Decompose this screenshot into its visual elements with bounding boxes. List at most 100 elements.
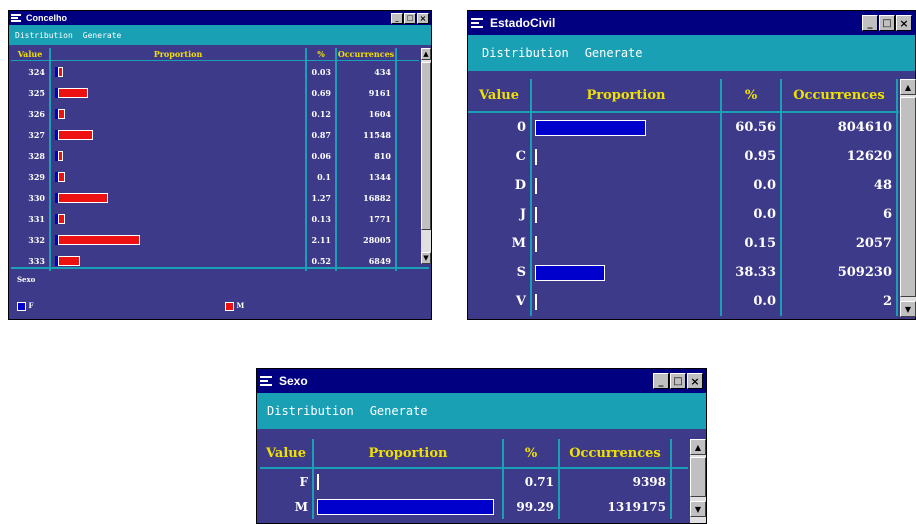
menu-distribution[interactable]: Distribution [15, 31, 73, 40]
scroll-up-button[interactable]: ▲ [690, 439, 706, 455]
scroll-down-button[interactable]: ▼ [900, 301, 916, 317]
menu-generate[interactable]: Generate [585, 46, 643, 60]
legend-item-m: M [225, 301, 244, 311]
occurrences-cell: 1344 [337, 166, 397, 187]
app-icon [11, 13, 23, 23]
table-row[interactable]: 324 0.03 434 [11, 61, 419, 82]
percent-cell: 0.06 [307, 145, 337, 166]
app-icon [260, 374, 274, 388]
header-value: Value [260, 439, 314, 467]
table-row[interactable]: 329 0.1 1344 [11, 166, 419, 187]
table-row[interactable]: 327 0.87 11548 [11, 124, 419, 145]
scroll-thumb[interactable] [900, 97, 916, 297]
table-row[interactable]: 328 0.06 810 [11, 145, 419, 166]
close-button[interactable]: × [687, 373, 703, 389]
bar-male [58, 255, 80, 266]
concelho-window: Concelho _ □ × Distribution Generate Val… [8, 10, 432, 320]
header-proportion: Proportion [314, 439, 504, 467]
scroll-thumb[interactable] [421, 62, 431, 230]
close-button[interactable]: × [896, 15, 912, 31]
table-row[interactable]: C 0.95 12620 [468, 142, 899, 171]
table-row[interactable]: D 0.0 48 [468, 171, 899, 200]
header-proportion: Proportion [532, 79, 722, 111]
table-row[interactable]: S 38.33 509230 [468, 258, 899, 287]
bar-male [58, 87, 88, 98]
table-row[interactable]: F 0.71 9398 [260, 469, 688, 494]
scroll-down-button[interactable]: ▼ [690, 501, 706, 517]
occurrences-cell: 6 [782, 200, 898, 229]
table-row[interactable]: 326 0.12 1604 [11, 103, 419, 124]
percent-cell: 0.13 [307, 208, 337, 229]
value-cell: 324 [11, 61, 51, 82]
menu-generate[interactable]: Generate [83, 31, 122, 40]
close-button[interactable]: × [417, 12, 429, 24]
bar-male [58, 171, 65, 182]
proportion-cell [314, 494, 504, 519]
percent-cell: 99.29 [504, 494, 560, 519]
value-cell: S [468, 258, 532, 287]
occurrences-cell: 11548 [337, 124, 397, 145]
estadocivil-table: Value Proportion % Occurrences 0 60.56 804… [468, 79, 899, 316]
proportion-bar [317, 473, 319, 490]
value-cell: 325 [11, 82, 51, 103]
table-row[interactable]: 325 0.69 9161 [11, 82, 419, 103]
value-cell: J [468, 200, 532, 229]
proportion-cell [532, 200, 722, 229]
value-cell: 332 [11, 229, 51, 250]
estadocivil-titlebar[interactable]: EstadoCivil _ □ × [468, 11, 915, 35]
minimize-button[interactable]: _ [653, 373, 669, 389]
proportion-cell [532, 258, 722, 287]
scroll-down-button[interactable]: ▼ [421, 252, 431, 264]
concelho-scrollbar[interactable]: ▲ ▼ [421, 48, 431, 264]
legend-title: Sexo [17, 275, 36, 284]
scroll-up-button[interactable]: ▲ [421, 48, 431, 60]
bar-male [58, 234, 140, 245]
maximize-button[interactable]: □ [879, 15, 895, 31]
table-row[interactable]: 332 2.11 28005 [11, 229, 419, 250]
legend-swatch-m [225, 301, 234, 311]
proportion-bar [535, 148, 537, 165]
percent-cell: 0.0 [722, 171, 782, 200]
maximize-button[interactable]: □ [404, 12, 416, 24]
occurrences-cell: 2 [782, 287, 898, 316]
table-row[interactable]: 331 0.13 1771 [11, 208, 419, 229]
header-value: Value [11, 48, 51, 60]
table-row[interactable]: V 0.0 2 [468, 287, 899, 316]
table-row[interactable]: 0 60.56 804610 [468, 113, 899, 142]
header-proportion: Proportion [51, 48, 307, 60]
proportion-cell [51, 145, 307, 166]
maximize-button[interactable]: □ [670, 373, 686, 389]
value-cell: C [468, 142, 532, 171]
value-cell: 328 [11, 145, 51, 166]
menu-distribution[interactable]: Distribution [267, 404, 354, 418]
proportion-cell [532, 142, 722, 171]
scroll-up-button[interactable]: ▲ [900, 79, 916, 95]
menu-generate[interactable]: Generate [370, 404, 428, 418]
menu-distribution[interactable]: Distribution [482, 46, 569, 60]
occurrences-cell: 2057 [782, 229, 898, 258]
proportion-cell [51, 166, 307, 187]
header-occurrences: Occurrences [337, 48, 397, 60]
sexo-titlebar[interactable]: Sexo _ □ × [257, 369, 706, 393]
occurrences-cell: 804610 [782, 113, 898, 142]
estadocivil-scrollbar[interactable]: ▲ ▼ [900, 79, 916, 317]
proportion-cell [51, 187, 307, 208]
table-header: Value Proportion % Occurrences [468, 79, 899, 113]
occurrences-cell: 1319175 [560, 494, 672, 519]
sexo-scrollbar[interactable]: ▲ ▼ [690, 439, 706, 523]
table-row[interactable]: M 0.15 2057 [468, 229, 899, 258]
concelho-titlebar[interactable]: Concelho _ □ × [9, 11, 431, 25]
header-percent: % [722, 79, 782, 111]
header-percent: % [307, 48, 337, 60]
value-cell: 331 [11, 208, 51, 229]
minimize-button[interactable]: _ [391, 12, 403, 24]
table-header: Value Proportion % Occurrences [11, 48, 419, 61]
bar-male [58, 213, 65, 224]
table-row[interactable]: J 0.0 6 [468, 200, 899, 229]
minimize-button[interactable]: _ [862, 15, 878, 31]
percent-cell: 0.12 [307, 103, 337, 124]
table-row[interactable]: 330 1.27 16882 [11, 187, 419, 208]
scroll-thumb[interactable] [690, 457, 706, 497]
percent-cell: 38.33 [722, 258, 782, 287]
table-row[interactable]: M 99.29 1319175 [260, 494, 688, 519]
